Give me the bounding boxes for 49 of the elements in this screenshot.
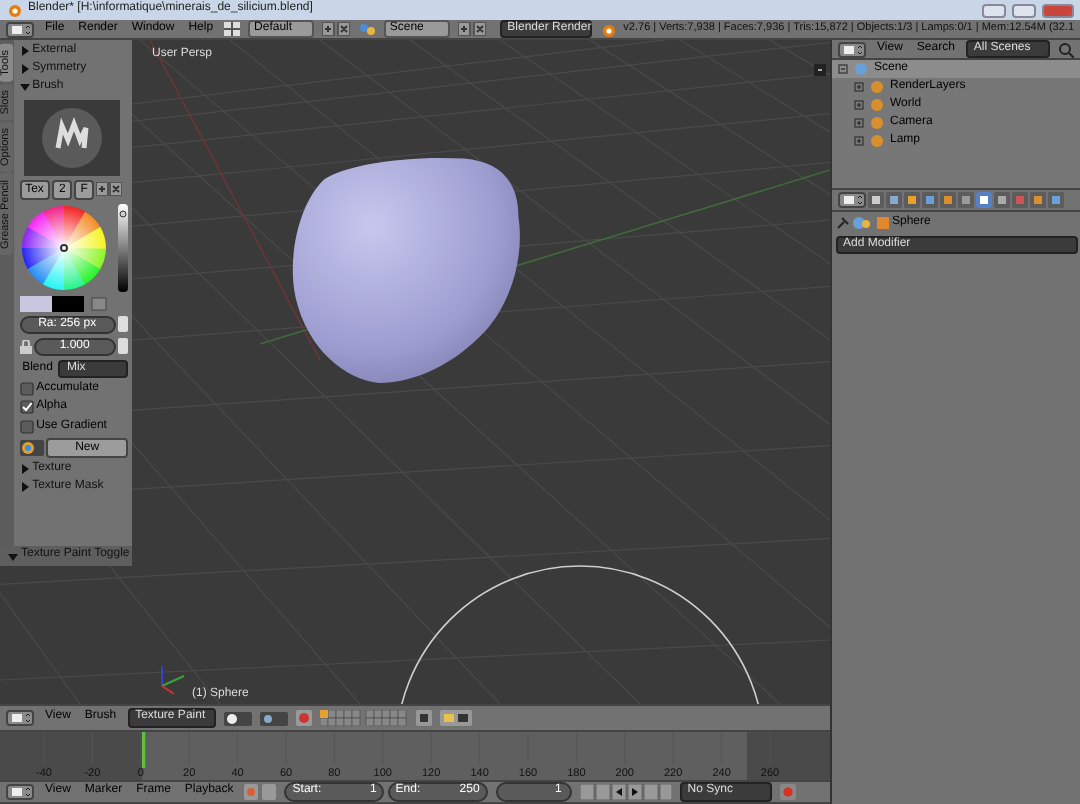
axis-gizmo-icon <box>156 662 188 694</box>
checkbox[interactable] <box>19 382 34 397</box>
editor-type-icon[interactable] <box>6 784 34 800</box>
expand-icon[interactable] <box>854 82 864 92</box>
checkbox[interactable] <box>19 419 34 434</box>
shading-dropdown-icon[interactable] <box>223 711 252 725</box>
lock-icon[interactable] <box>19 339 32 354</box>
pivot-dropdown-icon[interactable] <box>259 711 288 725</box>
pin-icon[interactable] <box>835 215 849 230</box>
expand-arrow-icon[interactable] <box>19 481 30 492</box>
expand-icon[interactable] <box>854 118 864 128</box>
add-remove-icons[interactable] <box>457 22 486 36</box>
brush-preview-drawing[interactable] <box>23 99 120 176</box>
corner-toggle-icon[interactable] <box>814 64 826 76</box>
playback-controls-icon[interactable] <box>579 784 672 800</box>
add-remove-icons[interactable] <box>96 182 123 197</box>
add-remove-icons[interactable] <box>321 22 350 36</box>
mesh-icon <box>875 215 889 230</box>
collapse-arrow-icon[interactable] <box>8 551 18 561</box>
expand-icon[interactable] <box>854 136 864 146</box>
expand-arrow-icon[interactable] <box>19 463 30 474</box>
texture-browse-icon[interactable] <box>19 439 44 456</box>
paint-mask-icon[interactable] <box>295 710 312 726</box>
collapse-arrow-icon[interactable] <box>19 82 30 93</box>
blender-logo-icon <box>599 21 616 37</box>
editor-type-icon[interactable] <box>838 192 866 208</box>
editor-type-icon[interactable] <box>6 21 34 37</box>
layer-buttons-icon[interactable] <box>319 710 408 726</box>
modifier-tab-icon[interactable] <box>976 192 992 208</box>
checkbox[interactable] <box>19 400 34 415</box>
maximize-button[interactable] <box>1012 3 1036 17</box>
object-icon <box>852 215 872 230</box>
collapse-icon[interactable] <box>838 64 848 74</box>
color-wheel-drawing[interactable] <box>19 203 108 292</box>
scene-icon[interactable] <box>357 22 376 36</box>
lock-layers-icon[interactable] <box>415 710 432 726</box>
minimize-button[interactable] <box>982 3 1006 17</box>
close-button[interactable] <box>1042 3 1074 17</box>
editor-type-icon[interactable] <box>838 41 866 57</box>
expand-arrow-icon[interactable] <box>19 46 30 57</box>
value-slider-drawing[interactable] <box>118 203 129 292</box>
playhead-line[interactable] <box>142 732 146 768</box>
expand-arrow-icon[interactable] <box>19 64 30 75</box>
screen-layout-icon[interactable] <box>224 22 241 36</box>
render-buttons-icon[interactable] <box>439 710 472 726</box>
search-icon[interactable] <box>1058 41 1074 57</box>
expand-icon[interactable] <box>854 100 864 110</box>
blender-logo-icon <box>6 2 22 18</box>
editor-type-icon[interactable] <box>6 710 34 726</box>
